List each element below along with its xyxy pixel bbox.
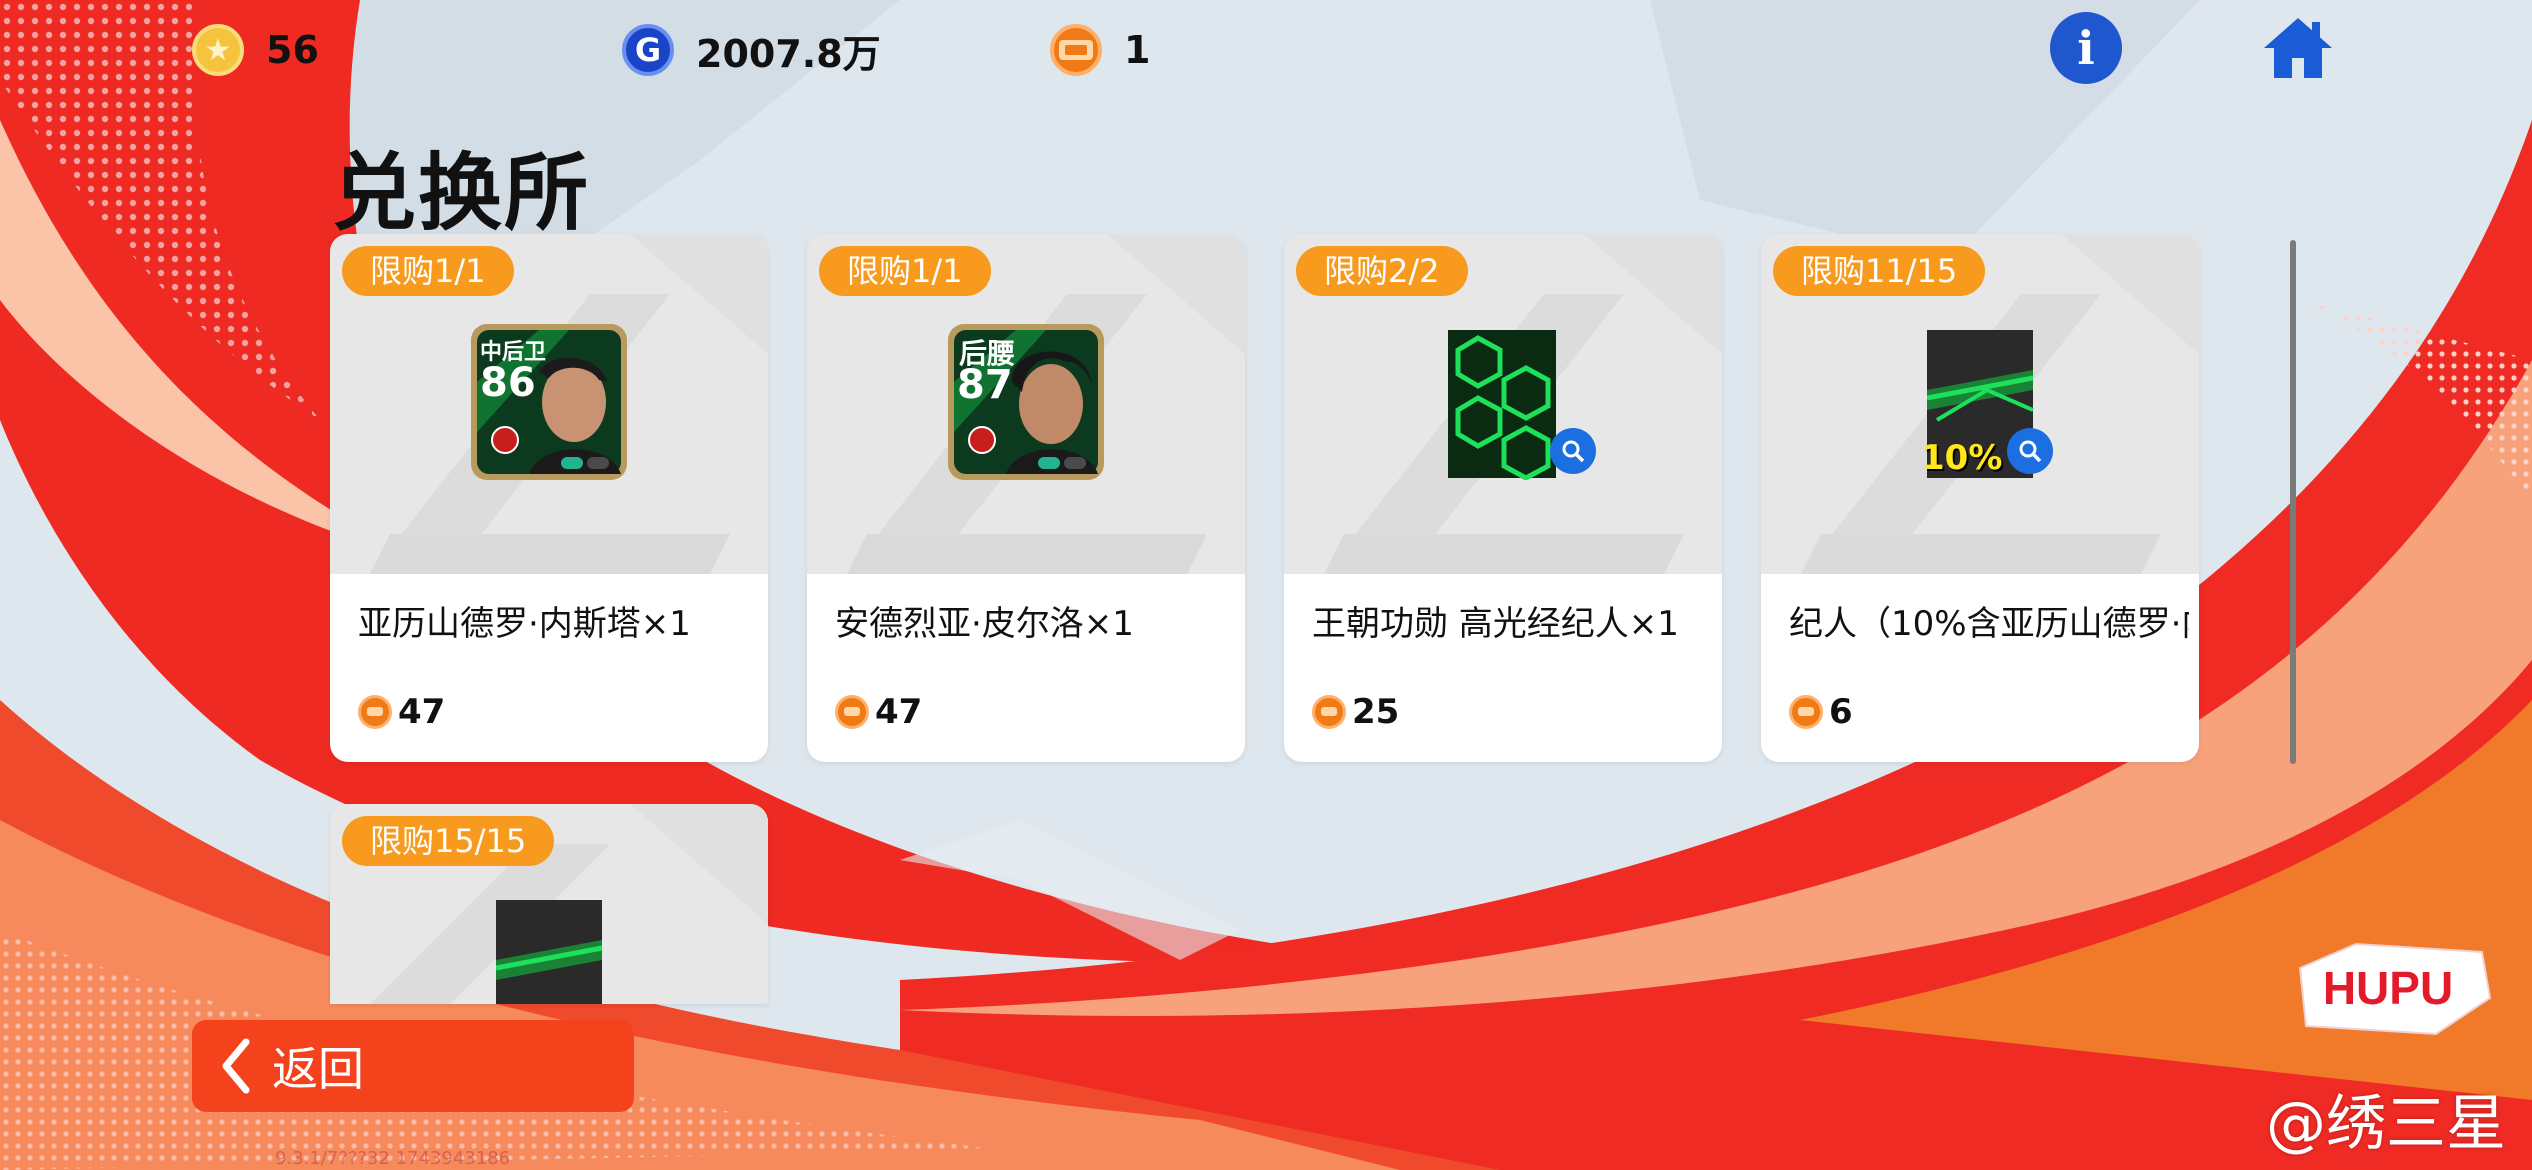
- ticket-icon: [1312, 695, 1346, 729]
- item-name: 亚历山德罗·内斯塔×1: [358, 604, 691, 644]
- player-rating: 86: [480, 360, 536, 406]
- item-price: 25: [1312, 692, 1399, 732]
- shop-item-card[interactable]: 限购11/15 10% 纪人（10%含亚历山德罗·内斯 6: [1761, 234, 2199, 762]
- purchase-limit-badge: 限购1/1: [342, 246, 514, 296]
- item-name: 安德烈亚·皮尔洛×1: [835, 604, 1134, 644]
- home-icon: [2264, 18, 2332, 78]
- ticket-icon: [1050, 24, 1102, 76]
- hupu-logo: HUPU: [2286, 938, 2496, 1046]
- version-text: 9.3.1/7???32 1743943186: [275, 1148, 511, 1169]
- gold-coin-icon: ★: [192, 24, 244, 76]
- price-value: 47: [398, 692, 446, 732]
- ticket-balance: 1: [1050, 18, 1150, 82]
- back-button-label: 返回: [272, 1042, 364, 1096]
- info-icon: i: [2077, 21, 2095, 75]
- gold-coin-count: 56: [266, 28, 319, 72]
- ticket-count: 1: [1124, 28, 1151, 72]
- purchase-limit-badge: 限购15/15: [342, 816, 555, 866]
- zoom-icon[interactable]: [1550, 428, 1596, 474]
- percent-badge: 10%: [1921, 438, 2003, 478]
- gp-icon: G: [622, 24, 674, 76]
- item-price: 47: [358, 692, 445, 732]
- purchase-limit-badge: 限购1/1: [819, 246, 991, 296]
- ticket-icon: [835, 695, 869, 729]
- gp-count: 2007.8万: [696, 31, 881, 76]
- shop-item-card[interactable]: 限购2/2 王朝功勋 高光经纪人×1 25: [1284, 234, 1722, 762]
- gold-coin-balance: ★ 56: [192, 18, 319, 82]
- page-title: 兑换所: [332, 144, 591, 242]
- info-button[interactable]: i: [2050, 12, 2122, 84]
- item-price: 6: [1789, 692, 1853, 732]
- purchase-limit-badge: 限购11/15: [1773, 246, 1986, 296]
- price-value: 6: [1829, 692, 1853, 732]
- gp-balance: G 2007.8万: [622, 18, 881, 82]
- ticket-icon: [358, 695, 392, 729]
- shop-item-card[interactable]: 限购1/1 后腰 87 安德烈亚·皮尔洛×1 47: [807, 234, 1245, 762]
- player-rating: 87: [957, 362, 1013, 408]
- ticket-icon: [1789, 695, 1823, 729]
- chevron-left-icon: [222, 1038, 250, 1094]
- zoom-icon[interactable]: [2007, 428, 2053, 474]
- price-value: 47: [875, 692, 923, 732]
- item-name: 纪人（10%含亚历山德罗·内斯: [1789, 604, 2189, 644]
- agent-card-thumbnail: [496, 900, 603, 1004]
- price-value: 25: [1352, 692, 1400, 732]
- home-button[interactable]: [2262, 12, 2334, 84]
- purchase-limit-badge: 限购2/2: [1296, 246, 1468, 296]
- shop-item-card[interactable]: 限购15/15: [330, 804, 768, 1004]
- watermark: @绣三星: [2266, 1089, 2506, 1159]
- item-name: 王朝功勋 高光经纪人×1: [1312, 604, 1679, 644]
- back-button[interactable]: 返回: [192, 1020, 634, 1112]
- item-price: 47: [835, 692, 922, 732]
- scrollbar[interactable]: [2290, 240, 2296, 764]
- hupu-logo-text: HUPU: [2323, 962, 2453, 1014]
- shop-item-card[interactable]: 限购1/1 中后卫 86 亚历山德罗·内斯塔×1 47: [330, 234, 768, 762]
